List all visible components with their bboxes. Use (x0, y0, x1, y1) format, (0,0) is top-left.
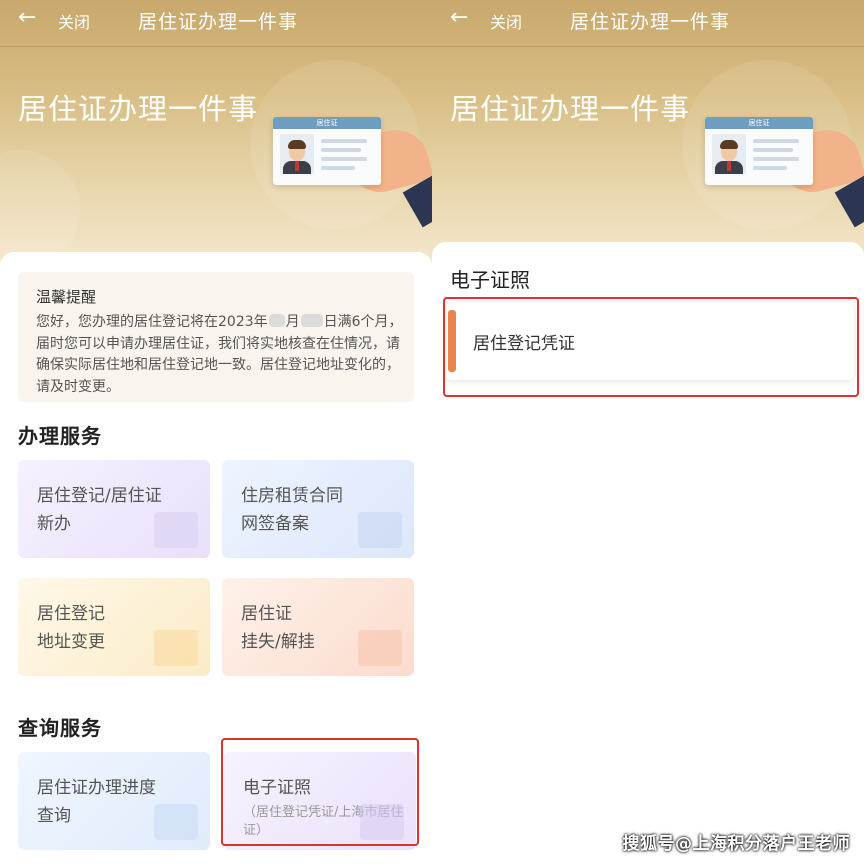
back-arrow-icon[interactable]: ← (450, 6, 468, 30)
back-arrow-icon[interactable]: ← (18, 6, 36, 30)
hero-banner: ← 关闭 居住证办理一件事 居住证办理一件事 居住证 (432, 0, 864, 262)
e-license-title: 电子证照 (450, 268, 530, 292)
tile-rental-contract[interactable]: 住房租赁合同 网签备案 (222, 460, 414, 558)
id-photo-icon (280, 134, 314, 174)
right-screen: ← 关闭 居住证办理一件事 居住证办理一件事 居住证 电子证照 居住登记凭证 搜… (432, 0, 864, 864)
nav-bar: ← 关闭 居住证办理一件事 (432, 0, 864, 40)
close-button[interactable]: 关闭 (490, 9, 522, 33)
highlight-box (443, 297, 859, 397)
tile-progress-query[interactable]: 居住证办理进度 查询 (18, 752, 210, 850)
id-photo-icon (712, 134, 746, 174)
query-section-title: 查询服务 (18, 716, 102, 740)
main-content: 温馨提醒 您好，您办理的居住登记将在2023年月日满6个月，届时您可以申请办理居… (0, 252, 432, 864)
id-card-header: 居住证 (705, 117, 813, 129)
nav-divider (432, 46, 864, 47)
tile-report-loss[interactable]: 居住证 挂失/解挂 (222, 578, 414, 676)
nav-title: 居住证办理一件事 (570, 11, 731, 33)
id-card-header: 居住证 (273, 117, 381, 129)
list-icon (154, 804, 198, 840)
notice-text: 您好，您办理的居住登记将在2023年月日满6个月，届时您可以申请办理居住证，我们… (36, 314, 403, 395)
service-section-title: 办理服务 (18, 424, 102, 448)
hero-banner: ← 关闭 居住证办理一件事 居住证办理一件事 居住证 (0, 0, 432, 262)
e-license-sheet: 电子证照 居住登记凭证 (432, 242, 864, 864)
left-screen: ← 关闭 居住证办理一件事 居住证办理一件事 居住证 温馨提醒 您好，您办理的居… (0, 0, 432, 864)
notice-box: 温馨提醒 您好，您办理的居住登记将在2023年月日满6个月，届时您可以申请办理居… (18, 272, 414, 402)
tile-residence-new[interactable]: 居住登记/居住证 新办 (18, 460, 210, 558)
close-button[interactable]: 关闭 (58, 9, 90, 33)
address-change-icon (154, 630, 198, 666)
id-card-illustration: 居住证 (705, 117, 813, 185)
nav-title: 居住证办理一件事 (138, 11, 299, 33)
form-icon (154, 512, 198, 548)
redaction-mark (300, 314, 323, 327)
hero-title: 居住证办理一件事 (18, 92, 259, 126)
redaction-mark (268, 314, 285, 327)
watermark: 搜狐号@上海积分落户王老师 (622, 834, 850, 854)
nav-bar: ← 关闭 居住证办理一件事 (0, 0, 432, 40)
tile-address-change[interactable]: 居住登记 地址变更 (18, 578, 210, 676)
id-card-illustration: 居住证 (273, 117, 381, 185)
highlight-box (221, 738, 419, 846)
notice-title: 温馨提醒 (36, 288, 97, 306)
ban-icon (358, 630, 402, 666)
document-star-icon (358, 512, 402, 548)
nav-divider (0, 46, 432, 47)
hero-title: 居住证办理一件事 (450, 92, 691, 126)
